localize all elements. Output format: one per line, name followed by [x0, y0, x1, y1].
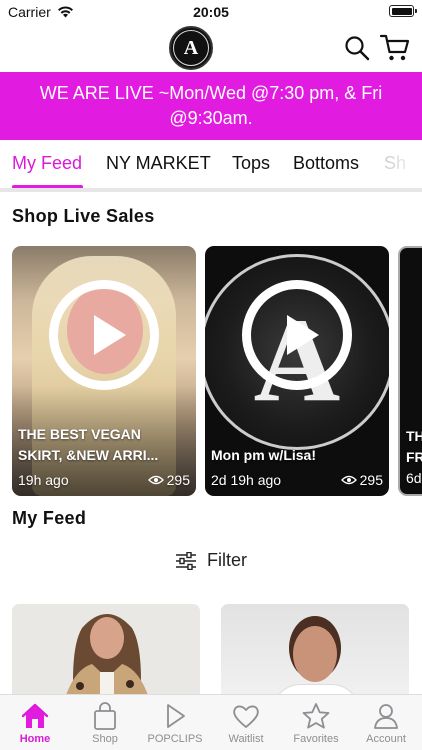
- live-sale-title-line2: SKIRT, &NEW ARRI...: [18, 447, 159, 463]
- heart-icon: [233, 705, 259, 728]
- nav-favorites[interactable]: Favorites: [281, 695, 351, 750]
- live-sale-title: Mon pm w/Lisa!: [211, 447, 316, 463]
- feed-product-card[interactable]: [12, 604, 200, 704]
- filter-label: Filter: [207, 550, 247, 570]
- logo-emblem: A: [173, 30, 209, 66]
- bag-icon: [94, 702, 116, 730]
- live-sale-card[interactable]: A Mon pm w/Lisa! 2d 19h ago 295: [205, 246, 389, 496]
- live-sale-title-line1: TH: [406, 428, 422, 444]
- person-icon: [374, 704, 398, 729]
- nav-label: Favorites: [293, 733, 339, 745]
- play-icon: [167, 704, 185, 728]
- sliders-icon: [176, 551, 196, 570]
- live-schedule-banner: WE ARE LIVE ~Mon/Wed @7:30 pm, & Fri @9:…: [0, 72, 422, 140]
- tab-ny-market[interactable]: NY MARKET: [106, 153, 211, 174]
- live-sale-title: TH FR: [406, 426, 422, 468]
- nav-home[interactable]: Home: [0, 695, 70, 750]
- view-count-value: 295: [359, 472, 383, 488]
- live-sale-meta: 19h ago 295: [18, 472, 190, 488]
- live-sales-carousel[interactable]: THE BEST VEGAN SKIRT, &NEW ARRI... 19h a…: [0, 246, 422, 498]
- live-sale-card[interactable]: TH FR 6d: [398, 246, 422, 496]
- view-count: 295: [147, 472, 190, 488]
- app-header: A: [0, 24, 422, 72]
- status-bar: Carrier 20:05: [0, 0, 422, 24]
- nav-waitlist[interactable]: Waitlist: [211, 695, 281, 750]
- nav-label: Waitlist: [228, 733, 264, 745]
- nav-shop[interactable]: Shop: [70, 695, 140, 750]
- my-feed-heading: My Feed: [12, 508, 87, 528]
- play-icon[interactable]: [242, 280, 352, 390]
- search-icon[interactable]: [344, 35, 370, 61]
- view-count: 295: [340, 472, 383, 488]
- live-sale-title-line2: FR: [406, 449, 422, 465]
- live-sale-age: 6d: [406, 470, 422, 486]
- home-icon: [21, 703, 49, 728]
- nav-label: Shop: [92, 733, 118, 745]
- eye-icon: [340, 475, 357, 485]
- live-sale-age: 19h ago: [18, 472, 69, 488]
- feed-product-card[interactable]: [221, 604, 409, 704]
- product-photo: [63, 614, 151, 704]
- tab-tops[interactable]: Tops: [232, 153, 270, 174]
- filter-button[interactable]: Filter: [0, 550, 422, 571]
- brand-logo[interactable]: A: [169, 26, 213, 70]
- eye-icon: [147, 475, 164, 485]
- live-sale-title: THE BEST VEGAN SKIRT, &NEW ARRI...: [18, 424, 190, 466]
- battery-icon: [389, 5, 417, 17]
- view-count-value: 295: [166, 472, 190, 488]
- star-icon: [302, 703, 330, 729]
- nav-label: Home: [19, 733, 51, 745]
- tabs-fade: [372, 140, 422, 188]
- nav-account[interactable]: Account: [351, 695, 421, 750]
- play-icon[interactable]: [49, 280, 159, 390]
- shop-live-sales-heading: Shop Live Sales: [12, 206, 155, 226]
- tab-my-feed[interactable]: My Feed: [12, 153, 82, 174]
- live-sale-card[interactable]: THE BEST VEGAN SKIRT, &NEW ARRI... 19h a…: [12, 246, 196, 496]
- category-tabs: My Feed NY MARKET Tops Bottoms Sh: [0, 140, 422, 192]
- product-photo: [293, 626, 337, 682]
- nav-popclips[interactable]: POPCLIPS: [140, 695, 210, 750]
- live-sale-title-line1: THE BEST VEGAN: [18, 426, 141, 442]
- live-sale-age: 2d 19h ago: [211, 472, 282, 488]
- nav-label: POPCLIPS: [147, 733, 203, 745]
- cart-icon[interactable]: [380, 33, 410, 63]
- live-sale-meta: 2d 19h ago 295: [211, 472, 383, 488]
- tab-bottoms[interactable]: Bottoms: [293, 153, 359, 174]
- bottom-tab-bar: Home Shop POPCLIPS Waitlist Favorites Ac…: [0, 694, 422, 750]
- nav-label: Account: [366, 733, 406, 745]
- clock: 20:05: [193, 4, 229, 20]
- active-tab-indicator: [12, 185, 83, 188]
- live-sale-meta: 6d: [406, 470, 422, 486]
